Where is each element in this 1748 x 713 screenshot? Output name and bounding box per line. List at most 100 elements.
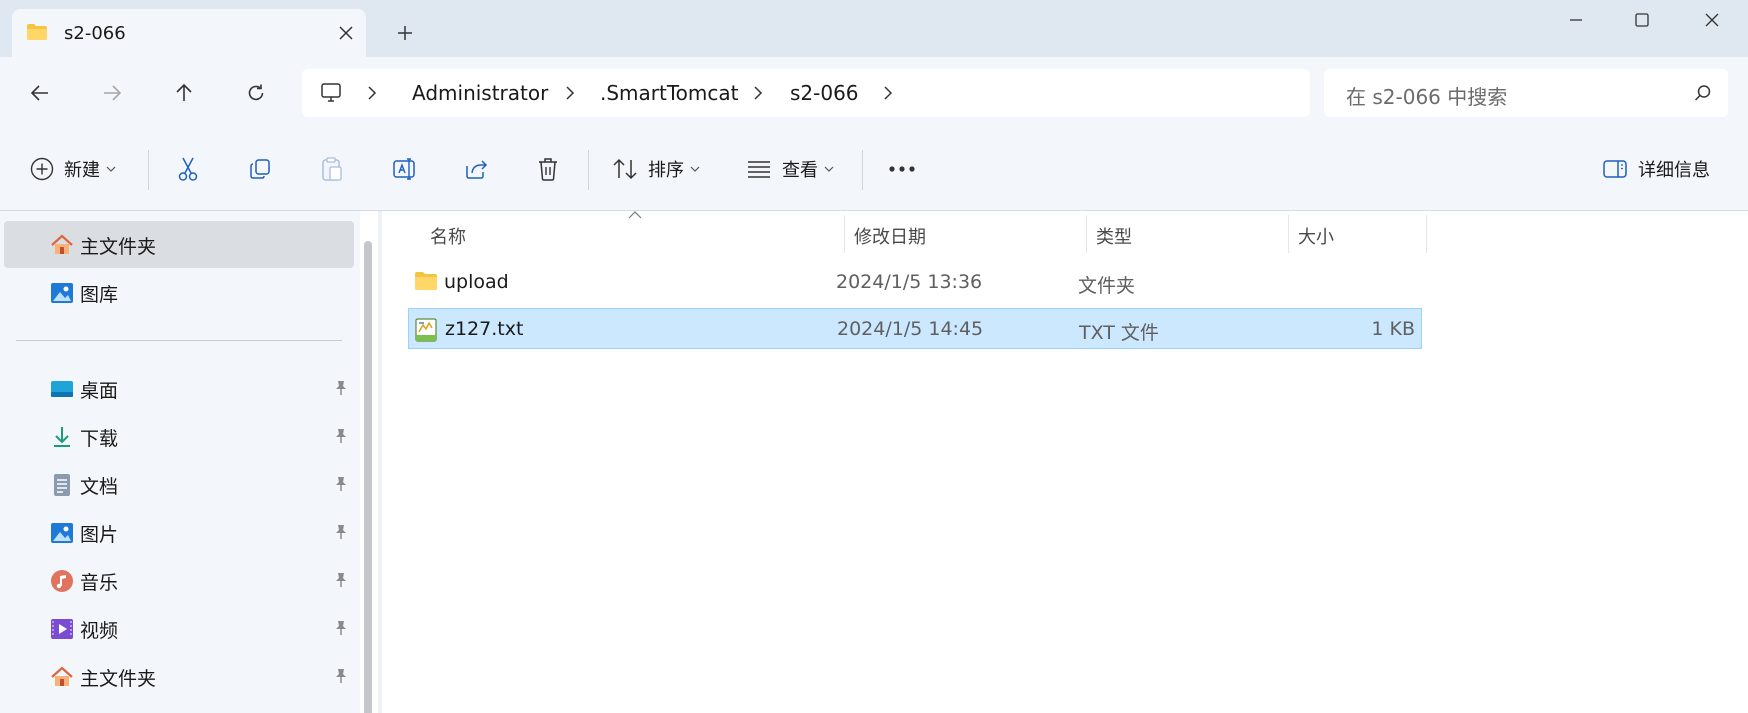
chevron-right-icon[interactable] xyxy=(366,86,378,100)
this-pc-icon[interactable] xyxy=(320,82,342,104)
list-view-icon xyxy=(746,159,772,179)
download-icon xyxy=(50,425,74,449)
pin-icon[interactable] xyxy=(334,668,348,684)
tab-s2-066[interactable]: s2-066 xyxy=(12,9,366,57)
pin-icon[interactable] xyxy=(334,380,348,396)
new-tab-plus-icon[interactable] xyxy=(392,20,418,46)
copy-button[interactable] xyxy=(248,148,272,190)
sidebar-item-downloads[interactable]: 下载 xyxy=(4,413,354,460)
column-header-date[interactable]: 修改日期 xyxy=(854,223,926,249)
plus-circle-icon xyxy=(30,157,54,181)
pin-icon[interactable] xyxy=(334,524,348,540)
up-arrow-icon[interactable] xyxy=(166,75,202,111)
text-file-icon xyxy=(415,318,437,342)
sidebar-item-label: 图片 xyxy=(80,524,119,546)
more-options-button[interactable] xyxy=(888,148,916,190)
new-button-label: 新建 xyxy=(64,160,100,181)
file-type: 文件夹 xyxy=(1078,275,1136,297)
desktop-icon xyxy=(50,377,74,401)
rename-button[interactable] xyxy=(392,148,418,190)
sidebar-item-gallery[interactable]: 图库 xyxy=(4,269,354,316)
sidebar-item-documents[interactable]: 文档 xyxy=(4,461,354,508)
close-icon[interactable] xyxy=(1676,0,1748,40)
pin-icon[interactable] xyxy=(334,476,348,492)
sidebar-item-label: 音乐 xyxy=(80,572,119,594)
column-header-size[interactable]: 大小 xyxy=(1298,223,1334,249)
column-divider[interactable] xyxy=(1288,215,1289,253)
rename-icon xyxy=(392,157,418,181)
breadcrumb[interactable]: Administrator .SmartTomcat s2-066 xyxy=(302,69,1310,117)
sort-arrows-icon xyxy=(612,157,638,181)
new-button[interactable]: 新建 xyxy=(30,148,116,190)
file-row-z127-txt[interactable]: z127.txt 2024/1/5 14:45 TXT 文件 1 KB xyxy=(408,308,1422,349)
search-icon[interactable] xyxy=(1694,84,1712,102)
chevron-right-icon[interactable] xyxy=(564,86,576,100)
navigation-pane: 主文件夹 图库 桌面 下载 文档 图片 音乐 视频 主文件夹 xyxy=(0,211,372,713)
home-icon xyxy=(50,233,74,257)
gallery-icon xyxy=(50,281,74,305)
minimize-icon[interactable] xyxy=(1540,0,1612,40)
breadcrumb-smarttomcat[interactable]: .SmartTomcat xyxy=(600,81,739,105)
column-header-type[interactable]: 类型 xyxy=(1096,223,1132,249)
details-pane-button[interactable]: 详细信息 xyxy=(1602,148,1710,190)
sidebar-item-label: 下载 xyxy=(80,428,119,450)
file-date: 2024/1/5 14:45 xyxy=(837,318,984,340)
search-input[interactable]: 在 s2-066 中搜索 xyxy=(1324,69,1728,117)
pin-icon[interactable] xyxy=(334,428,348,444)
home-icon xyxy=(50,665,74,689)
file-list: 名称 修改日期 类型 大小 upload 2024/1/5 13:36 文件夹 … xyxy=(382,211,1748,713)
forward-arrow-icon[interactable] xyxy=(94,75,130,111)
file-type: TXT 文件 xyxy=(1079,322,1159,344)
cut-button[interactable] xyxy=(176,148,200,190)
sidebar-item-music[interactable]: 音乐 xyxy=(4,557,354,604)
sidebar-item-home-pinned[interactable]: 主文件夹 xyxy=(4,653,354,700)
document-icon xyxy=(50,473,74,497)
sort-button-label: 排序 xyxy=(648,160,684,181)
scissors-icon xyxy=(176,156,200,182)
tab-close-icon[interactable] xyxy=(334,21,358,45)
sidebar-item-label: 主文件夹 xyxy=(80,236,157,258)
column-header-name[interactable]: 名称 xyxy=(430,223,466,249)
copy-icon xyxy=(248,157,272,181)
sort-button[interactable]: 排序 xyxy=(612,148,700,190)
refresh-icon[interactable] xyxy=(238,75,274,111)
sidebar-item-videos[interactable]: 视频 xyxy=(4,605,354,652)
sidebar-item-desktop[interactable]: 桌面 xyxy=(4,365,354,412)
details-pane-icon xyxy=(1602,159,1628,179)
chevron-right-icon[interactable] xyxy=(752,86,764,100)
sidebar-scrollbar[interactable] xyxy=(364,241,372,713)
delete-button[interactable] xyxy=(536,148,560,190)
share-icon xyxy=(464,157,490,181)
pin-icon[interactable] xyxy=(334,572,348,588)
sidebar-item-pictures[interactable]: 图片 xyxy=(4,509,354,556)
column-divider[interactable] xyxy=(1426,215,1427,253)
paste-button[interactable] xyxy=(320,148,344,190)
file-size: 1 KB xyxy=(1371,318,1415,340)
sidebar-item-label: 视频 xyxy=(80,620,119,642)
breadcrumb-administrator[interactable]: Administrator xyxy=(412,81,548,105)
chevron-right-icon[interactable] xyxy=(882,86,894,100)
share-button[interactable] xyxy=(464,148,490,190)
address-bar: Administrator .SmartTomcat s2-066 在 s2-0… xyxy=(0,57,1748,128)
breadcrumb-s2-066[interactable]: s2-066 xyxy=(790,81,859,105)
file-date: 2024/1/5 13:36 xyxy=(836,271,983,293)
sidebar-item-home[interactable]: 主文件夹 xyxy=(4,221,354,268)
column-divider[interactable] xyxy=(1086,215,1087,253)
file-name: upload xyxy=(444,271,509,293)
chevron-down-icon xyxy=(824,166,834,172)
view-button[interactable]: 查看 xyxy=(746,148,834,190)
back-arrow-icon[interactable] xyxy=(22,75,58,111)
view-button-label: 查看 xyxy=(782,160,818,181)
column-divider[interactable] xyxy=(844,215,845,253)
trash-icon xyxy=(536,156,560,182)
video-icon xyxy=(50,617,74,641)
chevron-down-icon xyxy=(106,166,116,172)
pictures-icon xyxy=(50,521,74,545)
more-dots-icon xyxy=(888,165,916,173)
chevron-down-icon xyxy=(690,166,700,172)
file-row-upload[interactable]: upload 2024/1/5 13:36 文件夹 xyxy=(408,262,1422,303)
search-placeholder: 在 s2-066 中搜索 xyxy=(1346,85,1508,109)
maximize-icon[interactable] xyxy=(1606,0,1678,40)
folder-icon xyxy=(414,271,438,291)
pin-icon[interactable] xyxy=(334,620,348,636)
